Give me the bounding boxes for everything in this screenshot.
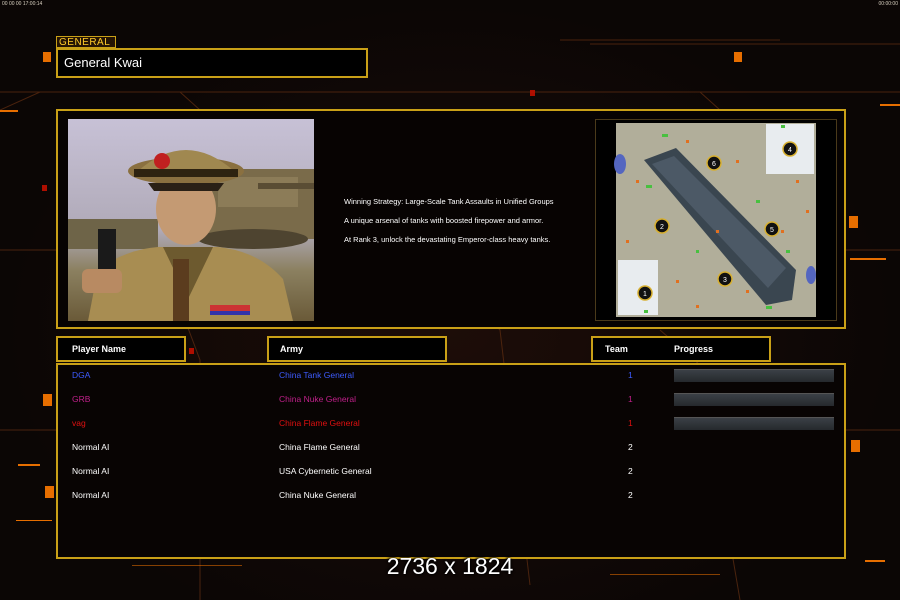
table-row: Normal AI USA Cybernetic General 2 [58, 463, 844, 479]
section-tag: GENERAL [56, 36, 116, 48]
team-cell: 1 [628, 394, 633, 404]
header-army: Army [267, 336, 447, 362]
deco-line [16, 520, 52, 521]
player-name-cell: Normal AI [72, 466, 110, 476]
strategy-line: A unique arsenal of tanks with boosted f… [344, 216, 544, 225]
portrait-illustration [68, 150, 314, 321]
team-cell: 1 [628, 370, 633, 380]
general-portrait [68, 119, 314, 321]
deco-light [189, 348, 194, 354]
player-name-cell: GRB [72, 394, 91, 404]
army-cell: China Tank General [279, 370, 354, 380]
map-start-label: 1 [643, 291, 647, 298]
army-cell: China Nuke General [279, 394, 357, 404]
team-cell: 2 [628, 490, 633, 500]
deco-light [43, 394, 52, 406]
players-table: DGA China Tank General 1 GRB China Nuke Gene… [56, 363, 846, 559]
team-cell: 1 [628, 418, 633, 428]
team-cell: 2 [628, 466, 633, 476]
progress-bar [674, 393, 834, 406]
army-cell: China Flame General [279, 442, 360, 452]
map-image: 6 4 2 5 3 1 [614, 123, 816, 317]
player-name-cell: DGA [72, 370, 91, 380]
general-name: General Kwai [56, 48, 368, 78]
map-start-label: 4 [788, 147, 792, 154]
deco-line [850, 258, 886, 260]
header-team-progress: Team Progress [591, 336, 771, 362]
strategy-description: Winning Strategy: Large-Scale Tank Assau… [344, 197, 584, 254]
table-row: Normal AI China Flame General 2 [58, 439, 844, 455]
team-cell: 2 [628, 442, 633, 452]
deco-light [45, 486, 54, 498]
map-start-label: 6 [712, 161, 716, 168]
deco-line [18, 464, 40, 466]
strategy-line: At Rank 3, unlock the devastating Empero… [344, 235, 551, 244]
header-player-name: Player Name [56, 336, 186, 362]
deco-line [0, 110, 18, 112]
deco-light [42, 185, 47, 191]
header-team: Team [605, 344, 628, 354]
deco-light [530, 90, 535, 96]
player-name-cell: vag [72, 418, 86, 428]
deco-light [849, 216, 858, 228]
table-row: GRB China Nuke General 1 [58, 391, 844, 407]
map-start-label: 5 [770, 227, 774, 234]
table-row: Normal AI China Nuke General 2 [58, 487, 844, 503]
progress-bar [674, 417, 834, 430]
header-progress: Progress [674, 344, 714, 354]
table-row: DGA China Tank General 1 [58, 367, 844, 383]
player-name-cell: Normal AI [72, 490, 110, 500]
deco-light [851, 440, 860, 452]
player-name-cell: Normal AI [72, 442, 110, 452]
strategy-line: Winning Strategy: Large-Scale Tank Assau… [344, 197, 554, 206]
top-right-status: 00:00:00 [878, 1, 898, 7]
top-left-status: 00 00 00 17:00:14 [2, 1, 43, 7]
top-status-bar: 00 00 00 17:00:14 00:00:00 [0, 0, 900, 8]
map-preview: 6 4 2 5 3 1 [595, 119, 837, 321]
general-info-panel: Winning Strategy: Large-Scale Tank Assau… [56, 109, 846, 329]
table-row: vag China Flame General 1 [58, 415, 844, 431]
map-start-label: 2 [660, 224, 664, 231]
army-cell: China Nuke General [279, 490, 357, 500]
deco-light [43, 52, 51, 62]
army-cell: USA Cybernetic General [279, 466, 372, 476]
progress-bar [674, 369, 834, 382]
deco-line [880, 104, 900, 106]
resolution-caption: 2736 x 1824 [386, 553, 514, 579]
deco-light [734, 52, 742, 62]
army-cell: China Flame General [279, 418, 360, 428]
map-start-label: 3 [723, 277, 727, 284]
